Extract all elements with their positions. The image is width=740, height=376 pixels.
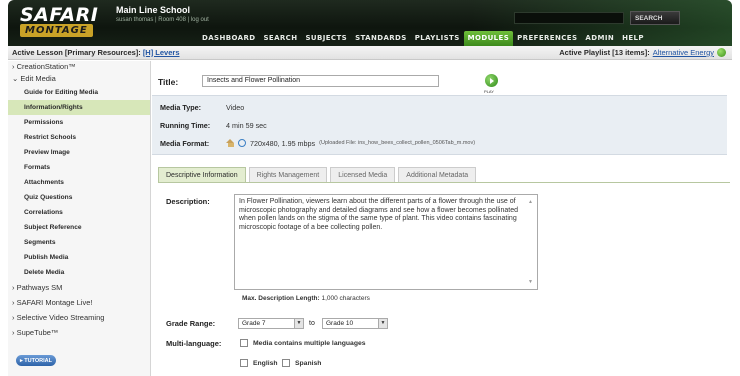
sidebar-item-preview-image[interactable]: Preview Image xyxy=(8,145,150,160)
sidebar-item-publish-media[interactable]: Publish Media xyxy=(8,250,150,265)
nav-preferences[interactable]: PREFERENCES xyxy=(513,31,581,46)
sidebar-item-quiz-questions[interactable]: Quiz Questions xyxy=(8,190,150,205)
nav-admin[interactable]: ADMIN xyxy=(581,31,618,46)
sidebar-section-video-streaming[interactable]: › Selective Video Streaming xyxy=(8,310,150,325)
active-lesson-bar: Active Lesson [Primary Resources]: [H] L… xyxy=(8,46,732,60)
description-text: In Flower Pollination, viewers learn abo… xyxy=(239,198,518,231)
sidebar: › CreationStation™ ⌄ Edit Media Guide fo… xyxy=(8,61,151,376)
tab-descriptive-information[interactable]: Descriptive Information xyxy=(158,167,246,183)
chevron-down-icon: ▼ xyxy=(378,319,387,328)
max-length-value: 1,000 characters xyxy=(321,295,370,302)
logo-safari: SAFARI xyxy=(20,4,99,26)
description-textarea[interactable]: In Flower Pollination, viewers learn abo… xyxy=(234,194,538,290)
nav-playlists[interactable]: PLAYLISTS xyxy=(411,31,464,46)
english-label: English xyxy=(253,360,278,367)
tab-additional-metadata[interactable]: Additional Metadata xyxy=(398,167,477,183)
nav-modules[interactable]: MODULES xyxy=(463,31,514,46)
media-type-label: Media Type: xyxy=(160,102,202,112)
tab-rights-management[interactable]: Rights Management xyxy=(248,167,328,183)
active-playlist: Active Playlist [13 items]: Alternative … xyxy=(559,48,726,57)
sidebar-creation-station[interactable]: › CreationStation™ xyxy=(8,61,150,73)
app-header: SAFARI MONTAGE Main Line School susan th… xyxy=(8,0,732,46)
description-label: Description: xyxy=(166,197,210,206)
multi-language-label: Multi-language: xyxy=(166,339,222,348)
sidebar-section-supetube[interactable]: › SupeTube™ xyxy=(8,325,150,340)
header-search-button[interactable]: SEARCH xyxy=(630,11,680,25)
media-type-value: Video xyxy=(226,102,245,112)
header-search-input[interactable] xyxy=(514,12,624,24)
sidebar-section-montage-live[interactable]: › SAFARI Montage Live! xyxy=(8,295,150,310)
sidebar-edit-media[interactable]: ⌄ Edit Media xyxy=(8,73,150,85)
english-checkbox[interactable] xyxy=(240,359,248,367)
max-description-length: Max. Description Length: 1,000 character… xyxy=(242,295,370,302)
sidebar-item-correlations[interactable]: Correlations xyxy=(8,205,150,220)
tab-bar: Descriptive Information Rights Managemen… xyxy=(158,167,477,183)
sidebar-item-segments[interactable]: Segments xyxy=(8,235,150,250)
play-icon[interactable] xyxy=(485,74,498,87)
media-format-label: Media Format: xyxy=(160,138,210,148)
magnifier-icon[interactable] xyxy=(238,139,246,147)
title-input[interactable]: Insects and Flower Pollination xyxy=(202,75,439,87)
media-info-box: Media Type: Video Running Time: 4 min 59… xyxy=(152,95,727,155)
scroll-up-icon[interactable]: ▲ xyxy=(528,198,533,207)
user-info[interactable]: susan thomas | Room 408 | log out xyxy=(116,17,209,23)
running-time-row: Running Time: 4 min 59 sec xyxy=(160,118,267,132)
tutorial-button[interactable]: ▸ TUTORIAL xyxy=(16,355,56,366)
running-time-value: 4 min 59 sec xyxy=(226,120,267,130)
tab-divider xyxy=(158,182,730,183)
home-icon[interactable] xyxy=(226,139,235,147)
media-format-row: Media Format: 720x480, 1.95 mbps (Upload… xyxy=(160,136,475,150)
sidebar-item-formats[interactable]: Formats xyxy=(8,160,150,175)
nav-dashboard[interactable]: DASHBOARD xyxy=(198,31,259,46)
sidebar-item-restrict-schools[interactable]: Restrict Schools xyxy=(8,130,150,145)
running-time-label: Running Time: xyxy=(160,120,211,130)
active-playlist-link[interactable]: Alternative Energy xyxy=(653,48,714,57)
playlist-go-icon[interactable] xyxy=(717,48,726,57)
sidebar-item-attachments[interactable]: Attachments xyxy=(8,175,150,190)
nav-help[interactable]: HELP xyxy=(618,31,648,46)
media-format-value: 720x480, 1.95 mbps xyxy=(250,138,316,148)
grade-to-select[interactable]: Grade 10 ▼ xyxy=(322,318,388,329)
sidebar-item-subject-reference[interactable]: Subject Reference xyxy=(8,220,150,235)
spanish-label: Spanish xyxy=(295,360,322,367)
grade-range-label: Grade Range: xyxy=(166,319,216,328)
sidebar-item-guide[interactable]: Guide for Editing Media xyxy=(8,85,150,100)
multiple-languages-checkbox[interactable] xyxy=(240,339,248,347)
nav-subjects[interactable]: SUBJECTS xyxy=(301,31,351,46)
spanish-checkbox[interactable] xyxy=(282,359,290,367)
sidebar-item-information-rights[interactable]: Information/Rights xyxy=(8,100,150,115)
nav-search[interactable]: SEARCH xyxy=(259,31,301,46)
active-lesson-label: Active Lesson [Primary Resources]: xyxy=(12,48,141,57)
scroll-down-icon[interactable]: ▼ xyxy=(528,278,533,287)
logo-montage: MONTAGE xyxy=(20,24,93,37)
grade-from-select[interactable]: Grade 7 ▼ xyxy=(238,318,304,329)
main-nav: DASHBOARD SEARCH SUBJECTS STANDARDS PLAY… xyxy=(198,31,648,46)
tab-licensed-media[interactable]: Licensed Media xyxy=(330,167,396,183)
chevron-down-icon: ▼ xyxy=(294,319,303,328)
media-type-row: Media Type: Video xyxy=(160,100,244,114)
sidebar-section-pathways[interactable]: › Pathways SM xyxy=(8,280,150,295)
sidebar-item-permissions[interactable]: Permissions xyxy=(8,115,150,130)
play-label: PLAY xyxy=(484,89,494,94)
school-name: Main Line School xyxy=(116,5,191,15)
title-label: Title: xyxy=(158,77,179,87)
grade-to-label: to xyxy=(309,320,315,327)
main-content: Title: Insects and Flower Pollination PL… xyxy=(152,61,732,376)
max-length-label: Max. Description Length: xyxy=(242,295,320,302)
grade-to-value: Grade 10 xyxy=(326,320,354,327)
sidebar-item-delete-media[interactable]: Delete Media xyxy=(8,265,150,280)
active-lesson-link[interactable]: [H] Levers xyxy=(143,48,180,57)
multiple-languages-label: Media contains multiple languages xyxy=(253,340,366,347)
nav-standards[interactable]: STANDARDS xyxy=(351,31,411,46)
title-row: Title: Insects and Flower Pollination PL… xyxy=(152,73,732,95)
active-playlist-label: Active Playlist [13 items]: xyxy=(559,48,650,57)
grade-from-value: Grade 7 xyxy=(242,320,266,327)
media-format-note: (Uploaded File: ins_how_bees_collect_pol… xyxy=(319,140,476,146)
